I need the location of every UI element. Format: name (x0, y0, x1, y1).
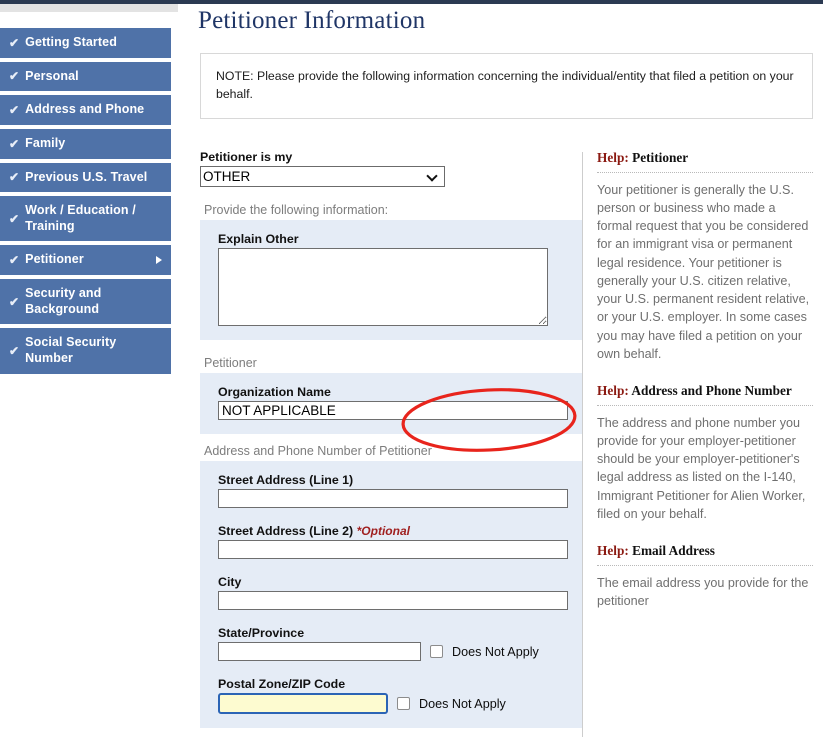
help-keyword: Help: (597, 383, 629, 399)
sidebar-item-label: Family (25, 135, 66, 150)
sidebar-item-label: Security and Background (25, 286, 102, 316)
help-heading: Help: Email Address (597, 543, 813, 560)
help-divider (597, 404, 813, 406)
sidebar-item-label: Address and Phone (25, 102, 145, 117)
postal-zip-input[interactable] (218, 693, 388, 714)
sidebar-item-previous-us-travel[interactable]: ✔ Previous U.S. Travel (0, 162, 171, 193)
top-left-band (0, 4, 178, 12)
main-content: Petitioner Information NOTE: Please prov… (190, 0, 823, 750)
postal-zip-label: Postal Zone/ZIP Code (218, 677, 346, 691)
postal-does-not-apply-checkbox[interactable] (397, 697, 410, 710)
check-icon: ✔ (9, 211, 20, 226)
organization-name-label: Organization Name (218, 385, 331, 399)
sidebar-item-social-security-number[interactable]: ✔ Social Security Number (0, 328, 171, 374)
state-does-not-apply-checkbox[interactable] (430, 645, 443, 658)
chevron-right-icon (156, 256, 162, 265)
help-heading: Help: Address and Phone Number (597, 383, 813, 400)
city-label: City (218, 575, 242, 589)
street-address-1-label: Street Address (Line 1) (218, 473, 354, 487)
sidebar-item-label: Getting Started (25, 35, 117, 49)
check-icon: ✔ (9, 343, 20, 358)
help-text: The email address you provide for the pe… (597, 575, 809, 609)
note-box: NOTE: Please provide the following infor… (200, 53, 813, 119)
sidebar-item-label: Social Security Number (25, 335, 117, 365)
state-province-row: Does Not Apply (218, 642, 568, 661)
sidebar-item-petitioner[interactable]: ✔ Petitioner (0, 245, 171, 275)
sidebar-item-address-and-phone[interactable]: ✔ Address and Phone (0, 95, 171, 125)
sidebar-item-security-and-background[interactable]: ✔ Security and Background (0, 279, 171, 325)
petitioner-is-my-wrap: OTHER (200, 166, 445, 187)
sidebar-item-label: Personal (25, 68, 79, 83)
postal-zip-row: Does Not Apply (218, 693, 568, 714)
page-title: Petitioner Information (198, 7, 426, 34)
address-panel: Street Address (Line 1) Street Address (… (200, 461, 582, 728)
explain-other-panel: Explain Other (200, 220, 582, 340)
help-title: Petitioner (628, 150, 689, 165)
sidebar-item-work-education-training[interactable]: ✔ Work / Education / Training (0, 196, 171, 242)
sidebar-item-label: Work / Education / Training (25, 203, 136, 233)
check-icon: ✔ (9, 294, 20, 309)
explain-other-label: Explain Other (218, 232, 299, 246)
petitioner-is-my-label: Petitioner is my (200, 150, 293, 164)
check-icon: ✔ (9, 253, 20, 268)
form-column: Petitioner is my OTHER Provide the follo… (190, 150, 582, 750)
petitioner-section-label: Petitioner (204, 356, 257, 370)
sidebar-item-family[interactable]: ✔ Family (0, 128, 171, 159)
help-divider (597, 171, 813, 173)
street-address-1-input[interactable] (218, 489, 568, 508)
street-address-2-label: Street Address (Line 2) *Optional (218, 524, 568, 538)
help-block-address-and-phone: Help: Address and Phone Number The addre… (597, 383, 813, 523)
help-heading: Help: Petitioner (597, 150, 813, 167)
sidebar-navigation: ✔ Getting Started ✔ Personal ✔ Address a… (0, 28, 171, 378)
city-input[interactable] (218, 591, 568, 610)
check-icon: ✔ (9, 103, 20, 118)
help-keyword: Help: (597, 543, 629, 559)
help-panel: Help: Petitioner Your petitioner is gene… (583, 150, 823, 750)
street-address-2-input[interactable] (218, 540, 568, 559)
postal-does-not-apply-label: Does Not Apply (419, 696, 506, 711)
help-title: Email Address (628, 543, 715, 559)
check-icon: ✔ (9, 136, 20, 151)
check-icon: ✔ (9, 69, 20, 84)
form-and-help-columns: Petitioner is my OTHER Provide the follo… (190, 150, 823, 750)
sidebar-item-label: Petitioner (25, 252, 84, 267)
explain-other-textarea[interactable] (218, 248, 548, 326)
sidebar-item-personal[interactable]: ✔ Personal (0, 61, 171, 92)
help-divider (597, 564, 813, 566)
organization-name-input[interactable] (218, 401, 568, 420)
help-keyword: Help: (597, 150, 629, 165)
organization-panel: Organization Name (200, 373, 582, 434)
help-title: Address and Phone Number (628, 383, 792, 399)
optional-tag: *Optional (356, 524, 410, 538)
address-section-label: Address and Phone Number of Petitioner (204, 444, 432, 458)
state-province-input[interactable] (218, 642, 421, 661)
provide-info-label: Provide the following information: (204, 203, 389, 217)
help-text: The address and phone number you provide… (597, 415, 806, 521)
sidebar-item-getting-started[interactable]: ✔ Getting Started (0, 28, 171, 58)
sidebar-item-label: Previous U.S. Travel (25, 169, 148, 184)
help-text: Your petitioner is generally the U.S. pe… (597, 182, 810, 361)
petitioner-is-my-select[interactable]: OTHER (200, 166, 445, 187)
state-province-label: State/Province (218, 626, 305, 640)
help-block-email-address: Help: Email Address The email address yo… (597, 543, 813, 610)
check-icon: ✔ (9, 35, 20, 50)
check-icon: ✔ (9, 170, 20, 185)
state-does-not-apply-label: Does Not Apply (452, 644, 539, 659)
street-address-2-label-text: Street Address (Line 2) (218, 524, 354, 538)
help-block-petitioner: Help: Petitioner Your petitioner is gene… (597, 150, 813, 363)
